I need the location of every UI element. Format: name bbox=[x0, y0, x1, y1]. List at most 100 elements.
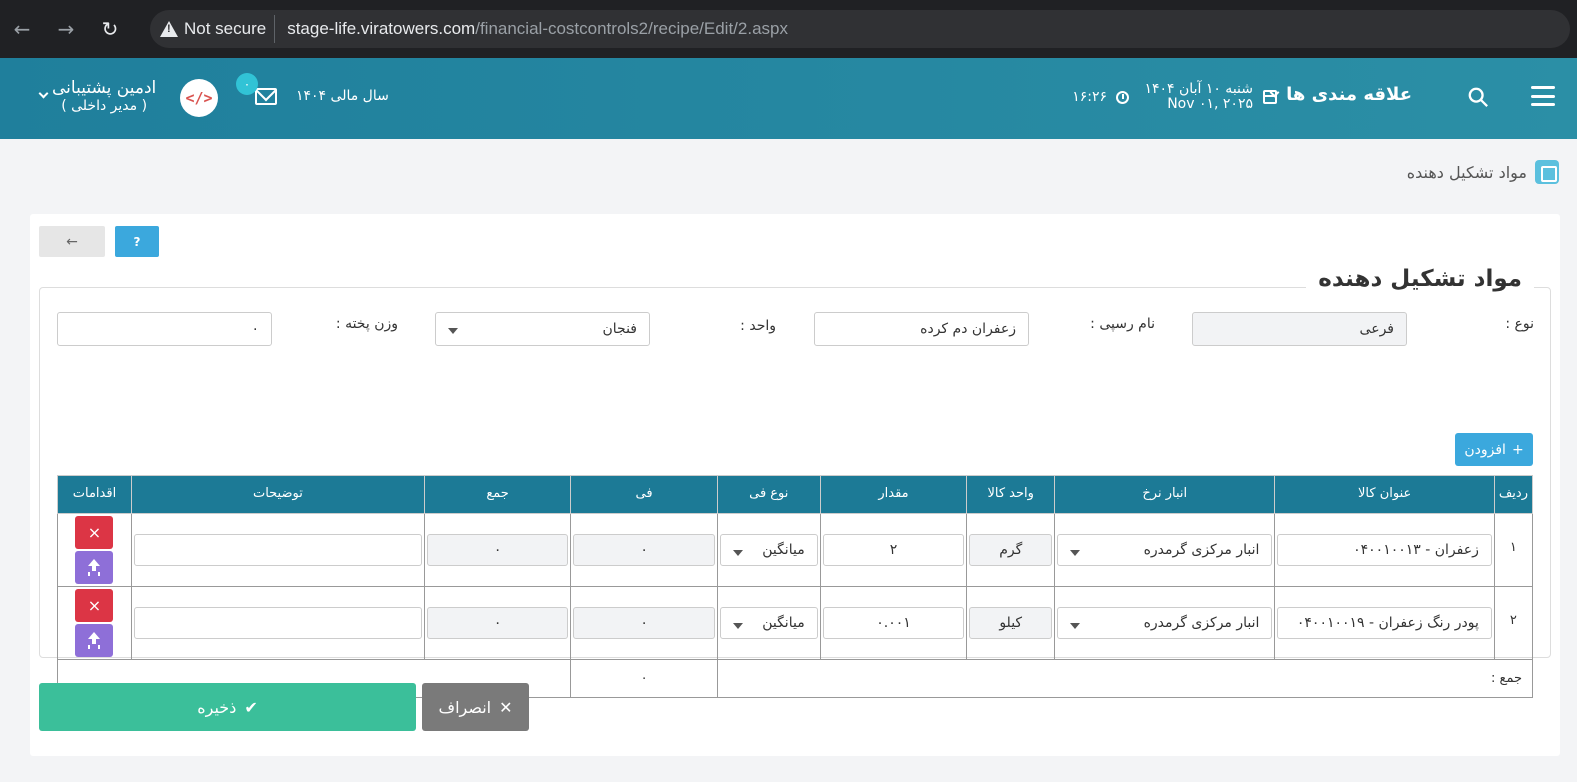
row-number: ۱ bbox=[1493, 513, 1534, 587]
user-role: ( مدیر داخلی ) bbox=[61, 98, 148, 114]
add-button[interactable]: + افزودن bbox=[1455, 433, 1533, 466]
reload-icon[interactable]: ↻ bbox=[88, 0, 132, 58]
clock-icon bbox=[1116, 91, 1129, 104]
app-header: علاقه مندی ها شنبه ۱۰ آبان ۱۴۰۴ Nov ۰۱, … bbox=[0, 58, 1577, 139]
unit-select[interactable]: فنجان bbox=[435, 312, 650, 346]
unit-field: کیلو bbox=[969, 607, 1053, 639]
browser-toolbar: ← → ↻ Not secure stage-life.viratowers.c… bbox=[0, 0, 1577, 58]
ingredients-table: ردیف عنوان کالا انبار نرخ واحد کالا مقدا… bbox=[56, 475, 1534, 698]
col-header-warehouse: انبار نرخ bbox=[1054, 475, 1276, 514]
favorites-dropdown[interactable]: علاقه مندی ها bbox=[1269, 84, 1412, 105]
plus-icon: + bbox=[1511, 441, 1524, 458]
col-header-price-type: نوع فی bbox=[716, 475, 821, 514]
url-host: stage-life.viratowers.com bbox=[287, 19, 476, 38]
add-button-label: افزودن bbox=[1464, 441, 1506, 458]
search-icon[interactable] bbox=[1467, 86, 1489, 108]
warehouse-value: انبار مرکزی گرمدره bbox=[1143, 615, 1260, 631]
recipe-name-field[interactable]: زعفران دم کرده bbox=[814, 312, 1029, 346]
table-row: ۱ زعفران - ۰۴۰۰۱۰۰۱۳ انبار مرکزی گرمدره … bbox=[57, 513, 1534, 587]
type-label: نوع : bbox=[1505, 316, 1534, 332]
table-header-row: ردیف عنوان کالا انبار نرخ واحد کالا مقدا… bbox=[57, 475, 1534, 514]
total-field: ۰ bbox=[426, 607, 569, 639]
date-persian: شنبه ۱۰ آبان ۱۴۰۴ bbox=[1144, 81, 1254, 97]
unit-select-value: فنجان bbox=[602, 321, 637, 337]
caret-down-icon bbox=[732, 550, 743, 556]
security-chip[interactable]: Not secure bbox=[160, 15, 276, 43]
page-title: مواد تشکیل دهنده bbox=[1407, 160, 1559, 184]
delete-button[interactable]: × bbox=[75, 516, 114, 549]
col-header-actions: اقدامات bbox=[57, 475, 132, 514]
price-type-select[interactable]: میانگین bbox=[719, 534, 818, 566]
caret-down-icon bbox=[1070, 623, 1081, 629]
address-bar[interactable]: Not secure stage-life.viratowers.com/fin… bbox=[150, 10, 1570, 48]
warehouse-select[interactable]: انبار مرکزی گرمدره bbox=[1057, 534, 1273, 566]
delete-button[interactable]: × bbox=[75, 589, 114, 622]
description-field[interactable] bbox=[133, 607, 422, 639]
sum-label: جمع : bbox=[716, 659, 1534, 698]
save-button[interactable]: ✔ ذخیره bbox=[39, 683, 416, 731]
unit-field: گرم bbox=[969, 534, 1053, 566]
user-name: ادمین پشتیبانی bbox=[52, 78, 157, 98]
col-header-description: توضیحات bbox=[130, 475, 425, 514]
time-display: ۱۶:۲۶ bbox=[1072, 89, 1107, 105]
col-header-unit: واحد کالا bbox=[966, 475, 1056, 514]
box-icon bbox=[1535, 160, 1559, 184]
total-field: ۰ bbox=[426, 534, 569, 566]
row-actions: × bbox=[58, 516, 131, 584]
col-header-item: عنوان کالا bbox=[1274, 475, 1495, 514]
item-field[interactable]: پودر رنگ زعفران - ۰۴۰۰۱۰۰۱۹ bbox=[1277, 607, 1492, 639]
warehouse-value: انبار مرکزی گرمدره bbox=[1143, 542, 1260, 558]
description-field[interactable] bbox=[133, 534, 422, 566]
cancel-button[interactable]: ✕ انصراف bbox=[422, 683, 529, 731]
date-display: شنبه ۱۰ آبان ۱۴۰۴ Nov ۰۱, ۲۰۲۵ bbox=[1145, 82, 1254, 112]
quantity-field[interactable]: ۰.۰۰۱ bbox=[822, 607, 965, 639]
sum-value: ۰ bbox=[570, 659, 718, 698]
row-number: ۲ bbox=[1493, 586, 1534, 660]
mail-count-badge: ۰ bbox=[236, 73, 258, 95]
type-field[interactable]: فرعی bbox=[1192, 312, 1407, 346]
ingredients-fieldset: مواد تشکیل دهنده نوع : فرعی نام رسپی : ز… bbox=[39, 266, 1551, 698]
cancel-button-label: انصراف bbox=[438, 697, 492, 717]
check-icon: ✔ bbox=[244, 697, 258, 717]
price-type-value: میانگین bbox=[762, 542, 805, 558]
back-arrow-icon[interactable]: ← bbox=[0, 0, 44, 58]
caret-down-icon bbox=[448, 328, 458, 334]
col-header-price: فی bbox=[570, 475, 718, 514]
fieldset-legend: مواد تشکیل دهنده bbox=[1306, 266, 1534, 292]
date-gregorian: Nov ۰۱, ۲۰۲۵ bbox=[1167, 96, 1253, 112]
col-header-quantity: مقدار bbox=[819, 475, 968, 514]
warning-icon bbox=[160, 21, 178, 37]
user-menu[interactable]: ادمین پشتیبانی ( مدیر داخلی ) bbox=[52, 78, 156, 114]
fiscal-year[interactable]: سال مالی ۱۴۰۴ bbox=[296, 88, 389, 104]
back-button[interactable]: ← bbox=[39, 226, 105, 257]
menu-icon[interactable] bbox=[1531, 86, 1555, 106]
forward-arrow-icon[interactable]: → bbox=[44, 0, 88, 58]
upload-button[interactable] bbox=[75, 551, 114, 584]
help-button[interactable]: ? bbox=[115, 226, 159, 257]
recipe-name-label: نام رسپی : bbox=[1090, 316, 1155, 332]
upload-button[interactable] bbox=[75, 624, 114, 657]
cook-weight-field[interactable]: ۰ bbox=[57, 312, 272, 346]
warehouse-select[interactable]: انبار مرکزی گرمدره bbox=[1057, 607, 1273, 639]
table-row: ۲ پودر رنگ زعفران - ۰۴۰۰۱۰۰۱۹ انبار مرکز… bbox=[57, 586, 1534, 660]
price-field: ۰ bbox=[573, 607, 715, 639]
favorites-label: علاقه مندی ها bbox=[1286, 84, 1412, 105]
main-card: ← ? مواد تشکیل دهنده نوع : فرعی نام رسپی… bbox=[30, 214, 1560, 756]
item-field[interactable]: زعفران - ۰۴۰۰۱۰۰۱۳ bbox=[1277, 534, 1492, 566]
cook-weight-label: وزن پخته : bbox=[335, 316, 398, 332]
user-menu-chevron-icon[interactable] bbox=[38, 88, 49, 99]
avatar[interactable]: </> bbox=[180, 79, 218, 117]
caret-down-icon bbox=[732, 623, 743, 629]
mail-icon[interactable] bbox=[255, 88, 277, 105]
price-type-select[interactable]: میانگین bbox=[719, 607, 818, 639]
quantity-field[interactable]: ۲ bbox=[822, 534, 965, 566]
col-header-row-number: ردیف bbox=[1493, 475, 1534, 514]
caret-down-icon bbox=[1070, 550, 1081, 556]
close-icon: ✕ bbox=[499, 697, 513, 717]
url-path: /financial-costcontrols2/recipe/Edit/2.a… bbox=[475, 19, 788, 38]
col-header-total: جمع bbox=[423, 475, 572, 514]
unit-label: واحد : bbox=[740, 318, 776, 334]
price-type-value: میانگین bbox=[762, 615, 805, 631]
save-button-label: ذخیره bbox=[197, 697, 237, 717]
page-title-text: مواد تشکیل دهنده bbox=[1406, 162, 1527, 182]
